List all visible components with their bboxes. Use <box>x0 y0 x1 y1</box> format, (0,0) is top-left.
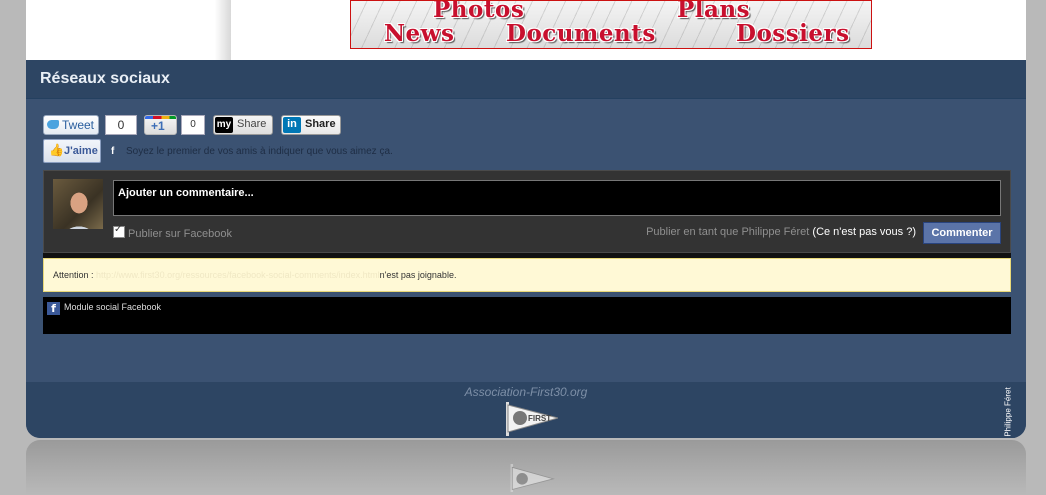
module-label: Module social Facebook <box>64 302 162 312</box>
footer-author: Philippe Féret <box>988 387 1026 436</box>
gplus-label: +1 <box>151 119 165 133</box>
comment-submit-button[interactable]: Commenter <box>923 222 1001 244</box>
checkbox-checked-icon[interactable] <box>113 224 125 238</box>
left-column <box>26 0 231 60</box>
twitter-bird-icon <box>47 120 59 129</box>
facebook-social-module: f Module social Facebook <box>43 297 1011 334</box>
like-button[interactable]: 👍 J'aime <box>43 139 101 163</box>
linkedin-share-button[interactable]: in Share <box>281 115 341 135</box>
myspace-share-label: Share <box>237 118 267 130</box>
facebook-comments-box: Ajouter un commentaire... Publier sur Fa… <box>43 170 1011 253</box>
publish-as-label: Publier en tant que Philippe Féret <box>646 226 810 238</box>
user-avatar <box>53 179 103 229</box>
social-panel: Réseaux sociaux Tweet 0 +1 0 my Share in… <box>26 60 1026 438</box>
banner-news[interactable]: News <box>384 20 454 47</box>
banner-dossiers[interactable]: Dossiers <box>736 20 850 47</box>
gplus-count: 0 <box>181 115 205 135</box>
footer-site-name[interactable]: Association-First30.org <box>26 385 1026 399</box>
tweet-label: Tweet <box>62 118 95 132</box>
tweet-count: 0 <box>105 115 137 135</box>
logo-text: FIRST <box>528 414 551 423</box>
like-label: J'aime <box>64 145 98 157</box>
myspace-icon: my <box>215 117 233 133</box>
publish-facebook-label: Publier sur Facebook <box>128 228 232 240</box>
banner-documents[interactable]: Documents <box>506 20 656 47</box>
footer: Association-First30.org FIRST Philippe F… <box>26 382 1026 438</box>
publish-facebook-checkbox[interactable]: Publier sur Facebook <box>113 224 232 240</box>
like-social-text: Soyez le premier de vos amis à indiquer … <box>126 146 393 157</box>
linkedin-icon: in <box>283 117 301 133</box>
site-banner[interactable]: Photos Plans News Documents Dossiers <box>350 0 872 49</box>
tweet-button[interactable]: Tweet <box>43 115 99 135</box>
linkedin-share-label: Share <box>305 118 336 130</box>
reflected-logo-icon <box>510 464 555 492</box>
google-plus-one-button[interactable]: +1 <box>144 115 177 135</box>
not-you-link[interactable]: (Ce n'est pas vous ?) <box>812 226 916 238</box>
facebook-small-icon: f <box>111 146 115 157</box>
warning-url[interactable]: http://www.first30.org/ressources/facebo… <box>96 270 380 280</box>
panel-header: Réseaux sociaux <box>26 60 1026 99</box>
myspace-share-button[interactable]: my Share <box>213 115 273 135</box>
panel-title: Réseaux sociaux <box>40 70 170 87</box>
publish-as-text: Publier en tant que Philippe Féret (Ce n… <box>646 226 916 238</box>
warning-suffix: n'est pas joignable. <box>379 270 457 280</box>
warning-message: Attention : http://www.first30.org/resso… <box>43 258 1011 292</box>
warning-prefix: Attention : <box>53 270 94 280</box>
comment-input[interactable]: Ajouter un commentaire... <box>113 180 1001 216</box>
thumbs-up-icon: 👍 <box>49 143 64 157</box>
facebook-icon: f <box>47 302 60 315</box>
footer-author-name: Philippe Féret <box>1003 387 1013 437</box>
footer-reflection <box>26 440 1026 495</box>
first-pennant-logo-icon: FIRST <box>506 402 558 436</box>
reflection-content <box>26 440 1026 495</box>
